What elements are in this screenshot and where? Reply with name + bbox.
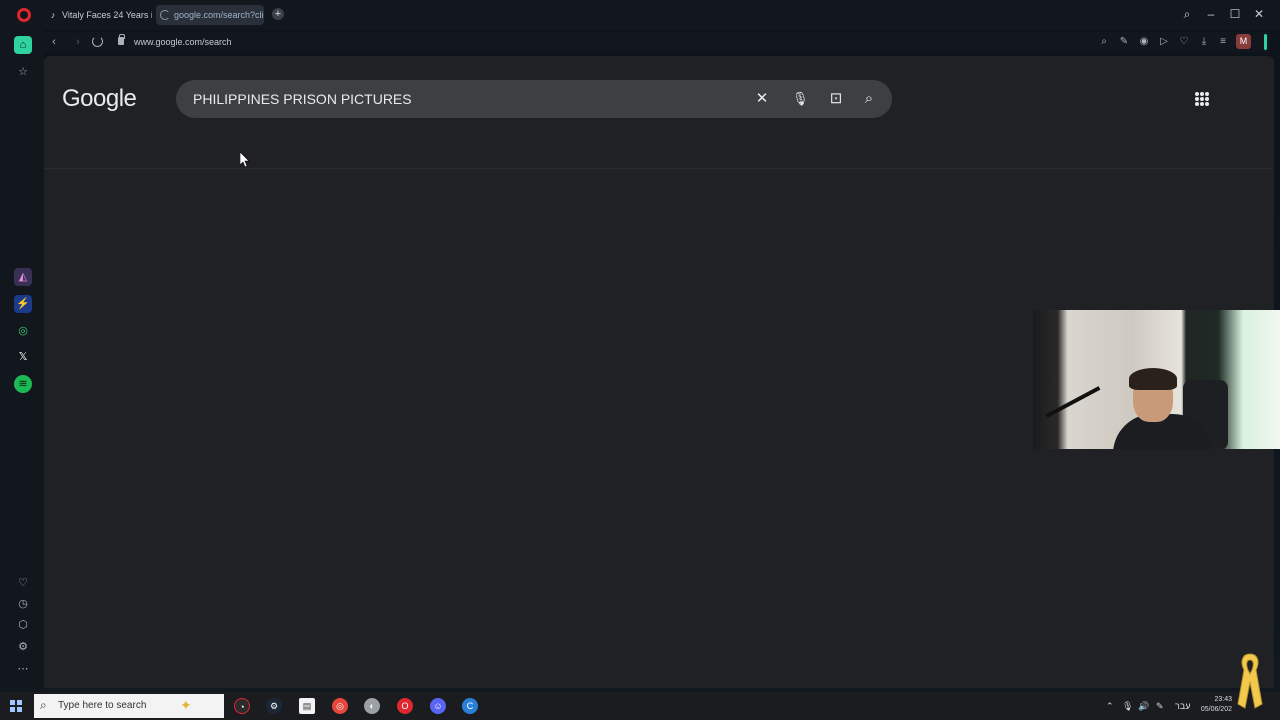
extensions-cube-icon[interactable]: ⬡: [14, 616, 32, 634]
forward-icon[interactable]: ›: [70, 34, 86, 50]
loading-spinner-icon: [160, 10, 170, 20]
person-hair: [1129, 368, 1177, 390]
heart-icon[interactable]: ♡: [1177, 35, 1191, 49]
messenger-icon[interactable]: ⚡: [14, 295, 32, 313]
lock-icon[interactable]: [118, 34, 125, 45]
back-icon[interactable]: ‹: [46, 34, 62, 50]
search-box[interactable]: PHILIPPINES PRISON PICTURES ✕ 🎙 ⊡ ⌕: [176, 80, 892, 118]
notepad-icon[interactable]: ▤: [299, 698, 315, 714]
pen-icon[interactable]: ✎: [1156, 699, 1164, 713]
sidebar-toggle-indicator[interactable]: [1264, 34, 1267, 50]
download-icon[interactable]: ⤓: [1197, 35, 1211, 49]
sidebar: ⌂ ☆ ◭ ⚡ ◎ 𝕏 ≋ ♡ ◷ ⬡ ⚙ ⋯: [0, 30, 44, 690]
more-dots-icon[interactable]: ⋯: [14, 660, 32, 678]
clock-date: 05/06/202: [1200, 706, 1232, 713]
lens-camera-icon[interactable]: ⊡: [826, 89, 846, 109]
volume-icon[interactable]: 🔊: [1138, 699, 1149, 713]
windows-taskbar: ⌕ Type here to search ✦ ◔ ⚙ ▤ ◎ ◐ O ☺ C …: [0, 692, 1280, 720]
search-icon: ⌕: [40, 698, 47, 712]
discord-icon[interactable]: ☺: [430, 698, 446, 714]
taskbar-search[interactable]: ⌕ Type here to search ✦: [34, 694, 224, 718]
settings-gear-icon[interactable]: ⚙: [14, 638, 32, 656]
clock[interactable]: 23:43 05/06/202: [1200, 695, 1232, 715]
home-icon[interactable]: ⌂: [14, 36, 32, 54]
app-icon[interactable]: ◐: [364, 698, 380, 714]
whatsapp-icon[interactable]: ◎: [14, 322, 32, 340]
menu-icon[interactable]: ≡: [1216, 35, 1230, 49]
tray-chevron-icon[interactable]: ⌃: [1106, 699, 1114, 713]
minimize-icon[interactable]: –: [1204, 7, 1218, 21]
windows-start-icon[interactable]: [10, 700, 22, 712]
chrome-icon[interactable]: ◎: [332, 698, 348, 714]
mic-arm: [1045, 386, 1101, 418]
search-input[interactable]: PHILIPPINES PRISON PICTURES: [193, 91, 412, 107]
x-twitter-icon[interactable]: 𝕏: [14, 348, 32, 366]
address-bar: ‹ › www.google.com/search ⌕ ✎ ◉ ▷ ♡ ⤓ ≡ …: [44, 32, 1270, 52]
steam-icon[interactable]: ⚙: [266, 698, 282, 714]
bookmark-star-icon[interactable]: ☆: [14, 63, 32, 81]
opera-taskbar-icon[interactable]: O: [397, 698, 413, 714]
webcam-overlay: [1033, 310, 1280, 449]
taskbar-search-placeholder: Type here to search: [58, 700, 147, 711]
tab-google-search[interactable]: google.com/search?client: [156, 5, 264, 25]
language-indicator[interactable]: עבר: [1175, 699, 1190, 713]
google-logo[interactable]: Google: [62, 85, 137, 113]
clear-icon[interactable]: ✕: [752, 89, 772, 109]
search-page-icon[interactable]: ⌕: [1097, 35, 1111, 49]
search-tabs-icon[interactable]: ⌕: [1180, 7, 1194, 21]
yellow-ribbon-icon: [1237, 653, 1263, 709]
spotify-icon[interactable]: ≋: [14, 375, 32, 393]
heart-icon[interactable]: ♡: [14, 574, 32, 592]
url-field[interactable]: www.google.com/search: [134, 35, 232, 49]
camera-snapshot-icon[interactable]: ◉: [1137, 35, 1151, 49]
screen: ♪ Vitaly Faces 24 Years in Ph google.com…: [0, 0, 1280, 720]
reload-loading-icon[interactable]: [92, 36, 103, 47]
tiktok-icon: ♪: [50, 10, 56, 20]
google-apps-icon[interactable]: [1195, 92, 1209, 106]
tab-title: Vitaly Faces 24 Years in Ph: [62, 10, 152, 20]
tab-strip: ♪ Vitaly Faces 24 Years in Ph google.com…: [0, 0, 1280, 30]
new-tab-button[interactable]: +: [272, 8, 284, 20]
play-icon[interactable]: ▷: [1157, 35, 1171, 49]
history-icon[interactable]: ◷: [14, 595, 32, 613]
edit-icon[interactable]: ✎: [1117, 35, 1131, 49]
tab-title: google.com/search?client: [174, 10, 264, 20]
opera-logo-icon[interactable]: [17, 8, 31, 22]
obs-icon[interactable]: ◔: [234, 698, 250, 714]
profile-avatar[interactable]: M: [1236, 34, 1251, 49]
search-highlight-icon: ✦: [180, 697, 192, 713]
aria-icon[interactable]: ◭: [14, 268, 32, 286]
clock-time: 23:43: [1214, 696, 1232, 703]
capcut-icon[interactable]: C: [462, 698, 478, 714]
microphone-icon[interactable]: 🎙: [792, 89, 809, 109]
tab-tiktok[interactable]: ♪ Vitaly Faces 24 Years in Ph: [44, 5, 152, 25]
close-icon[interactable]: ✕: [1252, 7, 1266, 21]
search-icon[interactable]: ⌕: [859, 89, 879, 109]
tray-mic-icon[interactable]: 🎙: [1122, 699, 1133, 713]
maximize-icon[interactable]: ☐: [1228, 7, 1242, 21]
divider: [44, 168, 1274, 169]
